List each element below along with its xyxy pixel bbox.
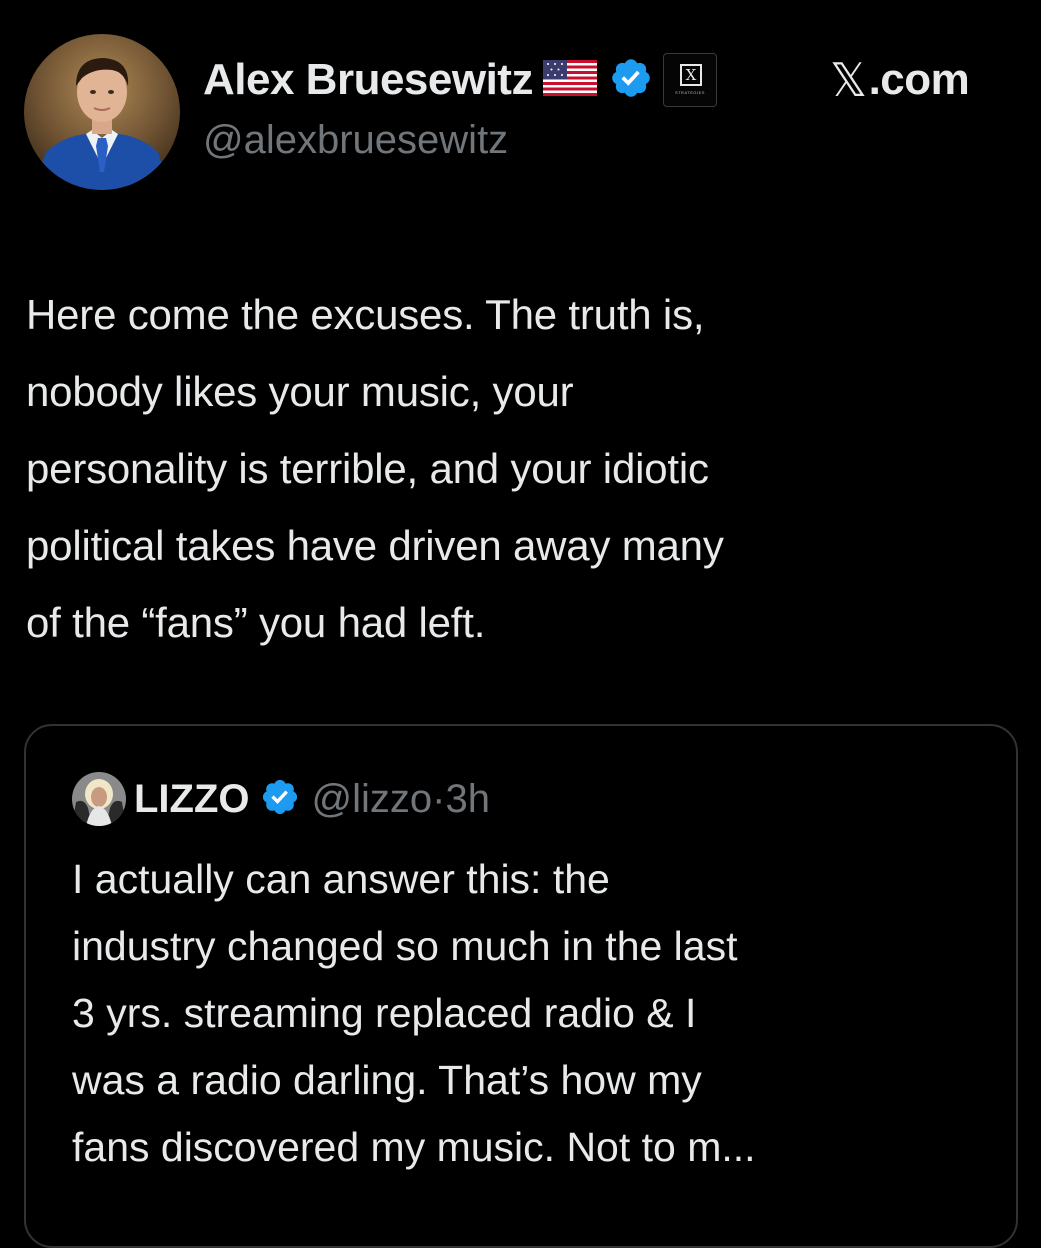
author-avatar-image [24, 34, 180, 190]
affiliation-badge-text: STRATEGIES [674, 90, 705, 95]
author-name-row: Alex Bruesewitz X STRATEGIES [203, 52, 717, 108]
tweet-text-line: personality is terrible, and your idioti… [26, 445, 709, 492]
tweet-text: Here come the excuses. The truth is, nob… [26, 276, 1016, 661]
tweet-text-line: Here come the excuses. The truth is, [26, 291, 705, 338]
affiliation-badge-letter: X [679, 64, 702, 86]
quoted-author-handle-time[interactable]: @lizzo·3h [312, 777, 490, 822]
quoted-tweet-text-line: I actually can answer this: the [72, 856, 610, 902]
us-flag-icon [542, 59, 597, 101]
tweet-text-line: nobody likes your music, your [26, 368, 574, 415]
site-label-suffix: .com [868, 55, 970, 104]
quoted-author-name[interactable]: LIZZO [134, 777, 250, 822]
quoted-tweet-text-line: fans discovered my music. Not to m... [72, 1124, 756, 1170]
x-logo-icon: 𝕏 [830, 53, 867, 107]
quoted-tweet-card[interactable]: LIZZO @lizzo·3h I actually can answer th… [24, 724, 1018, 1248]
tweet-text-line: political takes have driven away many [26, 522, 724, 569]
quoted-tweet-text-line: industry changed so much in the last [72, 923, 738, 969]
affiliation-badge[interactable]: X STRATEGIES [662, 53, 717, 107]
author-avatar[interactable] [24, 34, 180, 190]
quoted-tweet-text-line: 3 yrs. streaming replaced radio & I [72, 990, 697, 1036]
tweet-text-line: of the “fans” you had left. [26, 599, 486, 646]
author-handle[interactable]: @alexbruesewitz [203, 118, 508, 163]
quoted-author-avatar[interactable] [72, 772, 126, 826]
author-display-name[interactable]: Alex Bruesewitz [203, 55, 533, 105]
verified-badge-icon[interactable] [609, 56, 653, 105]
quoted-tweet-header: LIZZO @lizzo·3h [72, 772, 490, 826]
quoted-tweet-text-line: was a radio darling. That’s how my [72, 1057, 702, 1103]
quoted-tweet-text: I actually can answer this: the industry… [72, 846, 992, 1181]
verified-badge-icon[interactable] [260, 777, 300, 822]
site-label: 𝕏 .com [830, 52, 970, 108]
